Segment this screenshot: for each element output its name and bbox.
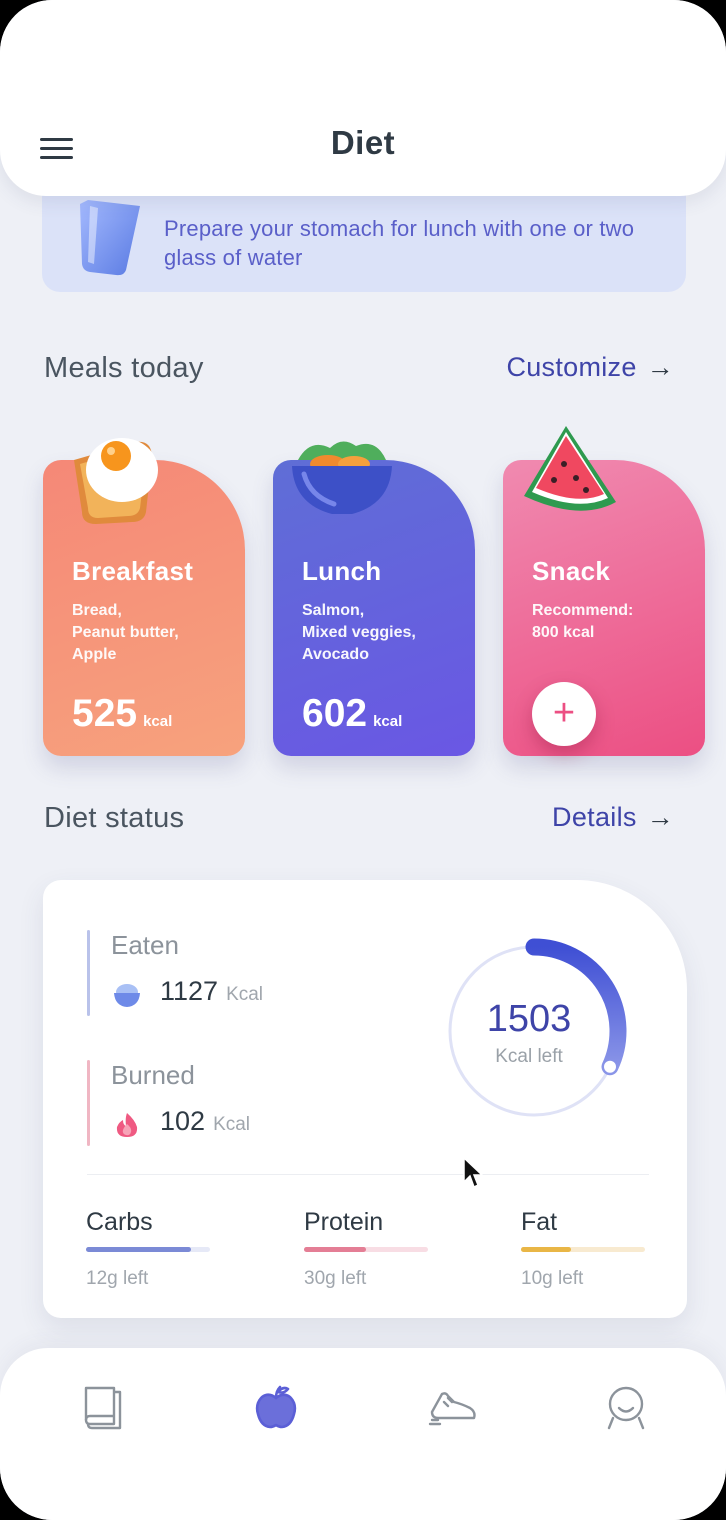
meal-item: Avocado <box>302 646 369 663</box>
shoe-icon[interactable] <box>428 1382 478 1432</box>
macro-track <box>86 1247 210 1252</box>
details-label: Details <box>552 802 637 832</box>
customize-label: Customize <box>506 352 637 382</box>
eaten-accent-bar <box>87 930 90 1016</box>
burned-number: 102 <box>160 1106 206 1136</box>
meals-section-title: Meals today <box>44 352 204 384</box>
meal-item: Bread, <box>72 602 122 619</box>
recommend-label: Recommend: <box>532 602 634 619</box>
macro-remaining: 30g left <box>304 1268 367 1289</box>
kcal-unit: kcal <box>373 713 403 730</box>
macro-fill <box>304 1247 366 1252</box>
macro-carbs: Carbs 12g left <box>86 1208 210 1290</box>
watermelon-icon <box>524 426 616 511</box>
mouse-cursor-icon <box>463 1156 484 1189</box>
kcal-left-value: 1503 <box>486 998 572 1040</box>
macro-name: Protein <box>304 1208 384 1236</box>
kcal-value: 602 <box>302 692 368 735</box>
macro-track <box>304 1247 428 1252</box>
macro-track <box>521 1247 645 1252</box>
meal-item: Apple <box>72 646 117 663</box>
meal-name: Snack <box>532 556 611 586</box>
eaten-number: 1127 <box>160 976 219 1006</box>
meal-item: Salmon, <box>302 602 365 619</box>
macro-fill <box>521 1247 571 1252</box>
arrow-right-icon: → <box>646 352 674 382</box>
tip-text: Prepare your stomach for lunch with one … <box>164 216 635 270</box>
kcal-value: 525 <box>72 692 138 735</box>
recommend-value: 800 kcal <box>532 624 595 641</box>
arrow-right-icon: → <box>646 802 674 832</box>
meal-items: Bread, Peanut butter, Apple <box>72 600 232 666</box>
kcal-left-label: Kcal left <box>495 1046 563 1067</box>
eaten-value: 1127 Kcal <box>160 976 263 1007</box>
app-header: Diet <box>0 0 726 196</box>
bowl-icon <box>114 984 140 1007</box>
eaten-unit: Kcal <box>226 984 264 1005</box>
customize-link[interactable]: Customize → <box>506 352 674 383</box>
salad-bowl-icon <box>292 441 392 514</box>
water-glass-icon <box>80 200 140 276</box>
status-section-title: Diet status <box>44 802 185 834</box>
meal-calories: 525 kcal <box>72 692 172 736</box>
meal-recommendation: Recommend: 800 kcal <box>532 600 692 644</box>
meal-item: Mixed veggies, <box>302 624 416 641</box>
eaten-label: Eaten <box>111 930 179 960</box>
macro-name: Carbs <box>86 1208 153 1236</box>
add-snack-button[interactable]: + <box>532 682 596 746</box>
burned-unit: Kcal <box>213 1114 251 1135</box>
meal-name: Lunch <box>302 556 382 586</box>
burned-accent-bar <box>87 1060 90 1146</box>
macro-remaining: 10g left <box>521 1268 584 1289</box>
macro-fat: Fat 10g left <box>521 1208 645 1290</box>
kcal-unit: kcal <box>143 713 173 730</box>
apple-icon[interactable] <box>251 1382 301 1432</box>
meal-name: Breakfast <box>72 556 194 586</box>
burned-value: 102 Kcal <box>160 1106 250 1137</box>
status-divider <box>87 1174 649 1175</box>
macro-remaining: 12g left <box>86 1268 149 1289</box>
macro-fill <box>86 1247 192 1252</box>
bottom-nav <box>0 1348 726 1520</box>
book-icon[interactable] <box>78 1382 128 1432</box>
macro-name: Fat <box>521 1208 558 1236</box>
macro-protein: Protein 30g left <box>304 1208 428 1290</box>
meal-items: Salmon, Mixed veggies, Avocado <box>302 600 462 666</box>
profile-icon[interactable] <box>601 1382 651 1432</box>
details-link[interactable]: Details → <box>552 802 674 833</box>
toast-egg-icon <box>74 438 158 524</box>
burned-label: Burned <box>111 1060 195 1090</box>
app-screen: Prepare your stomach for lunch with one … <box>0 0 726 1520</box>
meal-item: Peanut butter, <box>72 624 179 641</box>
page-title: Diet <box>330 124 396 161</box>
meal-calories: 602 kcal <box>302 692 402 736</box>
diet-status-card: Eaten 1127 Kcal Burned 102 Kcal 1503 Kca… <box>43 880 687 1318</box>
flame-icon <box>116 1113 138 1137</box>
